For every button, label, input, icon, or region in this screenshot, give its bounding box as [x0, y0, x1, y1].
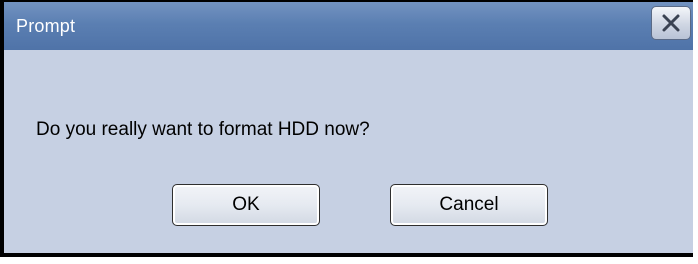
- dialog-title: Prompt: [16, 16, 76, 36]
- dialog-message: Do you really want to format HDD now?: [36, 119, 370, 140]
- prompt-dialog: Prompt Do you really want to format HDD …: [0, 0, 693, 257]
- close-button[interactable]: [651, 6, 691, 40]
- close-icon: [662, 14, 680, 32]
- cancel-button[interactable]: Cancel: [390, 184, 548, 226]
- title-bar[interactable]: Prompt: [4, 2, 693, 50]
- ok-button[interactable]: OK: [172, 184, 320, 226]
